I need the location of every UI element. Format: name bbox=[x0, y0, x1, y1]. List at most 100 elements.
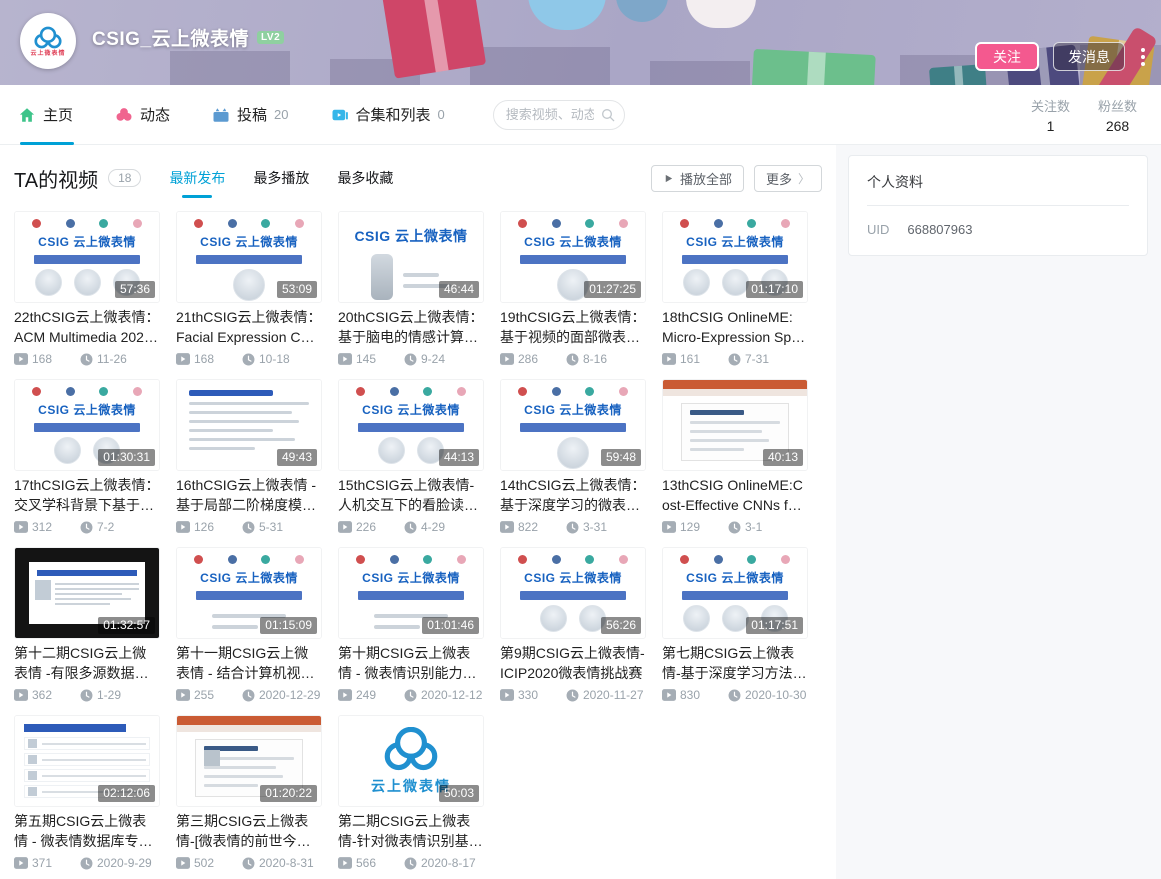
video-duration-badge: 01:30:31 bbox=[98, 449, 155, 466]
video-card[interactable]: 云上微表情 50:03 第二期CSIG云上微表情-针对微表情识别基于峰值帧网络的… bbox=[338, 715, 484, 871]
video-meta: 145 9-24 bbox=[338, 351, 484, 367]
video-date: 3-31 bbox=[583, 520, 607, 534]
play-all-button[interactable]: 播放全部 bbox=[651, 165, 744, 192]
level-badge: LV2 bbox=[257, 31, 284, 44]
video-thumbnail[interactable]: CSIG 云上微表情 01:27:25 bbox=[500, 211, 646, 303]
video-card[interactable]: CSIG 云上微表情 01:17:10 18thCSIG OnlineME: M… bbox=[662, 211, 808, 367]
video-date: 2020-8-17 bbox=[421, 856, 476, 870]
uploads-icon bbox=[212, 106, 230, 124]
video-thumbnail[interactable]: CSIG 云上微表情 01:01:46 bbox=[338, 547, 484, 639]
video-play-count: 502 bbox=[194, 856, 228, 870]
video-thumbnail[interactable]: 02:12:06 bbox=[14, 715, 160, 807]
video-play-count: 145 bbox=[356, 352, 390, 366]
video-play-count: 362 bbox=[32, 688, 66, 702]
more-button[interactable]: 更多〉 bbox=[754, 165, 822, 192]
sort-tab-latest[interactable]: 最新发布 bbox=[169, 164, 225, 192]
video-date: 7-31 bbox=[745, 352, 769, 366]
video-card[interactable]: 49:43 16thCSIG云上微表情 - 基于局部二阶梯度模式的微表情识 12… bbox=[176, 379, 322, 535]
play-count-icon bbox=[338, 689, 352, 701]
video-title[interactable]: 第十二期CSIG云上微表情 -有限多源数据下的微表情识别方 bbox=[14, 643, 160, 683]
video-title[interactable]: 17thCSIG云上微表情：交叉学科背景下基于人工智能的微 bbox=[14, 475, 160, 515]
video-thumbnail[interactable]: 01:20:22 bbox=[176, 715, 322, 807]
user-avatar[interactable]: 云上微表情 bbox=[20, 13, 76, 69]
video-card[interactable]: CSIG 云上微表情 01:17:51 第七期CSIG云上微表情-基于深度学习方… bbox=[662, 547, 808, 703]
video-date: 2020-12-12 bbox=[421, 688, 482, 702]
video-duration-badge: 40:13 bbox=[763, 449, 803, 466]
video-date: 3-1 bbox=[745, 520, 762, 534]
video-thumbnail[interactable]: CSIG 云上微表情 01:30:31 bbox=[14, 379, 160, 471]
video-meta: 129 3-1 bbox=[662, 519, 808, 535]
following-stat[interactable]: 关注数 1 bbox=[1031, 96, 1070, 134]
video-thumbnail[interactable]: CSIG 云上微表情 44:13 bbox=[338, 379, 484, 471]
following-label: 关注数 bbox=[1031, 96, 1070, 115]
video-card[interactable]: CSIG 云上微表情 46:44 20thCSIG云上微表情：基于脑电的情感计算… bbox=[338, 211, 484, 367]
video-thumbnail[interactable]: CSIG 云上微表情 01:17:51 bbox=[662, 547, 808, 639]
video-card[interactable]: CSIG 云上微表情 01:30:31 17thCSIG云上微表情：交叉学科背景… bbox=[14, 379, 160, 535]
video-title[interactable]: 15thCSIG云上微表情-人机交互下的看脸读心：从宏表情到 bbox=[338, 475, 484, 515]
video-date: 11-26 bbox=[97, 352, 127, 366]
video-card[interactable]: CSIG 云上微表情 44:13 15thCSIG云上微表情-人机交互下的看脸读… bbox=[338, 379, 484, 535]
video-title[interactable]: 20thCSIG云上微表情：基于脑电的情感计算研究 bbox=[338, 307, 484, 347]
video-title[interactable]: 19thCSIG云上微表情：基于视频的面部微表情分析研究进 bbox=[500, 307, 646, 347]
play-icon bbox=[663, 173, 674, 184]
video-thumbnail[interactable]: 49:43 bbox=[176, 379, 322, 471]
video-thumbnail[interactable]: CSIG 云上微表情 01:15:09 bbox=[176, 547, 322, 639]
video-card[interactable]: 01:20:22 第三期CSIG云上微表情-[微表情的前世今生——精细程度的 5… bbox=[176, 715, 322, 871]
video-title[interactable]: 第三期CSIG云上微表情-[微表情的前世今生——精细程度的 bbox=[176, 811, 322, 851]
video-title[interactable]: 18thCSIG OnlineME: Micro-Expression Spot… bbox=[662, 307, 808, 347]
video-card[interactable]: 01:32:57 第十二期CSIG云上微表情 -有限多源数据下的微表情识别方 3… bbox=[14, 547, 160, 703]
followers-stat[interactable]: 粉丝数 268 bbox=[1098, 96, 1137, 134]
video-thumbnail[interactable]: CSIG 云上微表情 56:26 bbox=[500, 547, 646, 639]
play-count-icon bbox=[338, 857, 352, 869]
clock-icon bbox=[242, 689, 255, 702]
search-icon[interactable] bbox=[600, 107, 616, 123]
video-card[interactable]: CSIG 云上微表情 57:36 22thCSIG云上微表情：ACM Multi… bbox=[14, 211, 160, 367]
send-message-button[interactable]: 发消息 bbox=[1053, 42, 1125, 71]
video-card[interactable]: 40:13 13thCSIG OnlineME:Cost-Effective C… bbox=[662, 379, 808, 535]
video-thumbnail[interactable]: CSIG 云上微表情 53:09 bbox=[176, 211, 322, 303]
video-title[interactable]: 14thCSIG云上微表情：基于深度学习的微表情自动识别 bbox=[500, 475, 646, 515]
video-thumbnail[interactable]: CSIG 云上微表情 46:44 bbox=[338, 211, 484, 303]
clock-icon bbox=[566, 353, 579, 366]
videos-panel: TA的视频 18 最新发布 最多播放 最多收藏 播放全部 更多〉 CSIG 云上… bbox=[0, 145, 836, 879]
video-card[interactable]: CSIG 云上微表情 56:26 第9期CSIG云上微表情-ICIP2020微表… bbox=[500, 547, 646, 703]
video-duration-badge: 01:15:09 bbox=[260, 617, 317, 634]
video-thumbnail[interactable]: CSIG 云上微表情 59:48 bbox=[500, 379, 646, 471]
video-meta: 226 4-29 bbox=[338, 519, 484, 535]
chevron-right-icon: 〉 bbox=[798, 170, 810, 187]
video-title[interactable]: 第七期CSIG云上微表情-基于深度学习方法的微表情识别与 bbox=[662, 643, 808, 683]
video-title[interactable]: 第9期CSIG云上微表情-ICIP2020微表情挑战赛 bbox=[500, 643, 646, 683]
video-card[interactable]: CSIG 云上微表情 59:48 14thCSIG云上微表情：基于深度学习的微表… bbox=[500, 379, 646, 535]
video-title[interactable]: 第十一期CSIG云上微表情 - 结合计算机视觉的微表情检测与 bbox=[176, 643, 322, 683]
sort-tab-most-played[interactable]: 最多播放 bbox=[253, 164, 309, 192]
tab-playlists[interactable]: 合集和列表 0 bbox=[331, 85, 445, 145]
tab-playlists-count: 0 bbox=[438, 107, 445, 122]
video-thumbnail[interactable]: CSIG 云上微表情 57:36 bbox=[14, 211, 160, 303]
tab-uploads-count: 20 bbox=[274, 107, 288, 122]
tab-feed-label: 动态 bbox=[140, 104, 170, 125]
video-card[interactable]: CSIG 云上微表情 53:09 21thCSIG云上微表情：Facial Ex… bbox=[176, 211, 322, 367]
video-thumbnail[interactable]: CSIG 云上微表情 01:17:10 bbox=[662, 211, 808, 303]
video-title[interactable]: 13thCSIG OnlineME:Cost-Effective CNNs fo… bbox=[662, 475, 808, 515]
video-thumbnail[interactable]: 01:32:57 bbox=[14, 547, 160, 639]
video-title[interactable]: 22thCSIG云上微表情：ACM Multimedia 2021 – 微表情挑 bbox=[14, 307, 160, 347]
video-thumbnail[interactable]: 云上微表情 50:03 bbox=[338, 715, 484, 807]
video-title[interactable]: 16thCSIG云上微表情 - 基于局部二阶梯度模式的微表情识 bbox=[176, 475, 322, 515]
video-title[interactable]: 第二期CSIG云上微表情-针对微表情识别基于峰值帧网络的 bbox=[338, 811, 484, 851]
video-card[interactable]: CSIG 云上微表情 01:01:46 第十期CSIG云上微表情 - 微表情识别… bbox=[338, 547, 484, 703]
video-card[interactable]: CSIG 云上微表情 01:27:25 19thCSIG云上微表情：基于视频的面… bbox=[500, 211, 646, 367]
tab-uploads-label: 投稿 bbox=[237, 104, 267, 125]
follow-button[interactable]: 关注 bbox=[975, 42, 1039, 71]
tab-feed[interactable]: 动态 bbox=[115, 85, 170, 145]
more-menu-icon[interactable] bbox=[1139, 44, 1147, 70]
tab-uploads[interactable]: 投稿 20 bbox=[212, 85, 288, 145]
video-thumbnail[interactable]: 40:13 bbox=[662, 379, 808, 471]
video-play-count: 249 bbox=[356, 688, 390, 702]
sort-tab-most-favorited[interactable]: 最多收藏 bbox=[337, 164, 393, 192]
video-title[interactable]: 第五期CSIG云上微表情 - 微表情数据库专题讲座 bbox=[14, 811, 160, 851]
video-title[interactable]: 第十期CSIG云上微表情 - 微表情识别能力测验研究 bbox=[338, 643, 484, 683]
video-title[interactable]: 21thCSIG云上微表情：Facial Expression Coding: … bbox=[176, 307, 322, 347]
video-card[interactable]: CSIG 云上微表情 01:15:09 第十一期CSIG云上微表情 - 结合计算… bbox=[176, 547, 322, 703]
tab-home[interactable]: 主页 bbox=[18, 85, 73, 145]
video-card[interactable]: 02:12:06 第五期CSIG云上微表情 - 微表情数据库专题讲座 371 2… bbox=[14, 715, 160, 871]
